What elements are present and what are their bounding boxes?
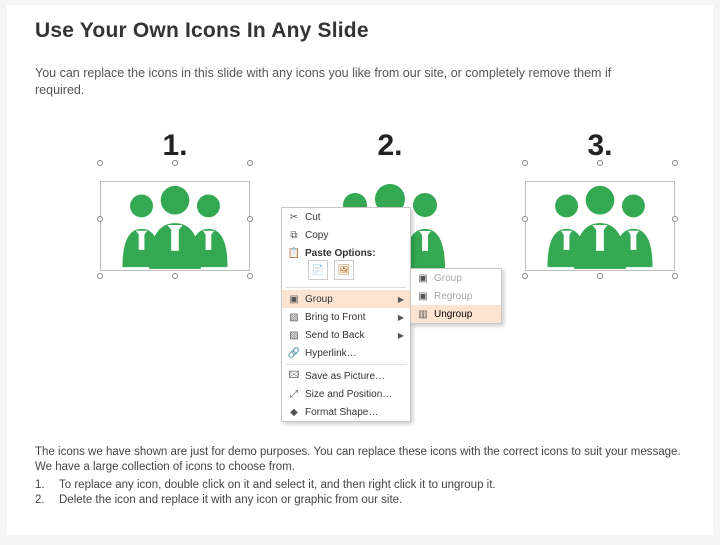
regroup-icon: ▣ (415, 289, 431, 303)
icon-group-3[interactable]: 3. (520, 129, 680, 276)
group-icon: ▣ (415, 271, 431, 285)
menu-item-copy[interactable]: ⧉ Copy (282, 226, 410, 244)
context-menu: ✂ Cut ⧉ Copy 📋 Paste Options: 📄 🖼 ▣ Grou… (281, 207, 411, 422)
menu-item-group[interactable]: ▣ Group ▶ (282, 290, 410, 308)
footer-intro: The icons we have shown are just for dem… (35, 445, 685, 476)
group-submenu: ▣ Group ▣ Regroup ▥ Ungroup (410, 268, 502, 324)
slide-title: Use Your Own Icons In Any Slide (35, 19, 685, 43)
chevron-right-icon: ▶ (398, 331, 404, 340)
icon-group-1[interactable]: 1. (95, 129, 255, 276)
menu-item-hyperlink[interactable]: 🔗 Hyperlink… (282, 344, 410, 362)
slide-canvas: Use Your Own Icons In Any Slide You can … (7, 5, 713, 535)
menu-item-cut[interactable]: ✂ Cut (282, 208, 410, 226)
menu-item-save-as-picture[interactable]: 🖾 Save as Picture… (282, 367, 410, 385)
menu-item-bring-to-front[interactable]: ▧ Bring to Front ▶ (282, 308, 410, 326)
send-back-icon: ▨ (286, 328, 302, 342)
size-position-icon: ⤢ (286, 387, 302, 401)
number-label-3: 3. (520, 129, 680, 163)
hyperlink-icon: 🔗 (286, 346, 302, 360)
menu-item-send-to-back[interactable]: ▨ Send to Back ▶ (282, 326, 410, 344)
people-icon[interactable] (100, 181, 250, 271)
submenu-item-group[interactable]: ▣ Group (411, 269, 501, 287)
number-label-2: 2. (310, 129, 470, 163)
ungroup-icon: ▥ (415, 307, 431, 321)
submenu-item-regroup[interactable]: ▣ Regroup (411, 287, 501, 305)
format-shape-icon: ◆ (286, 405, 302, 419)
paste-option-1[interactable]: 📄 (308, 260, 328, 280)
footer-text: The icons we have shown are just for dem… (35, 445, 685, 509)
save-picture-icon: 🖾 (286, 369, 302, 383)
slide-subtitle: You can replace the icons in this slide … (35, 65, 635, 99)
bring-front-icon: ▧ (286, 310, 302, 324)
submenu-item-ungroup[interactable]: ▥ Ungroup (411, 305, 501, 323)
chevron-right-icon: ▶ (398, 313, 404, 322)
copy-icon: ⧉ (286, 228, 302, 242)
paste-option-2[interactable]: 🖼 (334, 260, 354, 280)
footer-step-1: 1.To replace any icon, double click on i… (35, 478, 685, 494)
menu-item-format-shape[interactable]: ◆ Format Shape… (282, 403, 410, 421)
chevron-right-icon: ▶ (398, 295, 404, 304)
cut-icon: ✂ (286, 210, 302, 224)
number-label-1: 1. (95, 129, 255, 163)
people-icon[interactable] (525, 181, 675, 271)
paste-icon: 📋 (286, 246, 302, 260)
footer-step-2: 2.Delete the icon and replace it with an… (35, 493, 685, 509)
menu-item-paste-options: 📋 Paste Options: 📄 🖼 (282, 244, 410, 285)
menu-item-size-position[interactable]: ⤢ Size and Position… (282, 385, 410, 403)
group-icon: ▣ (286, 292, 302, 306)
